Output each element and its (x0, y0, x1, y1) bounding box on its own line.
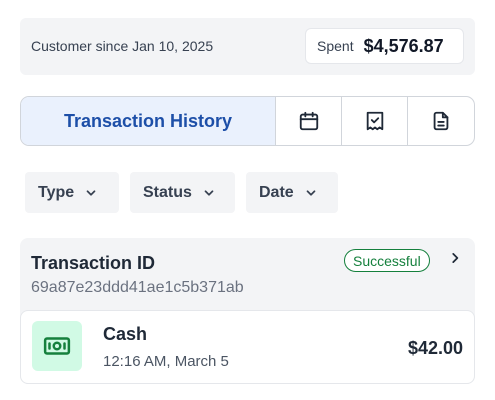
transaction-title: Transaction ID (31, 253, 156, 273)
tab-calendar[interactable] (276, 97, 342, 145)
receipt-check-icon (366, 111, 383, 131)
tab-receipts[interactable] (342, 97, 408, 145)
transaction-id: 69a87e23ddd41ae1c5b371ab (31, 279, 244, 296)
customer-since-text: Customer since Jan 10, 2025 (31, 38, 214, 54)
chevron-down-icon (86, 189, 96, 196)
chevron-right-icon[interactable] (448, 251, 462, 265)
payment-row: Cash 12:16 AM, March 5 $42.00 (20, 310, 475, 384)
status-badge: Successful (344, 249, 430, 272)
tab-bar: Transaction History (20, 96, 475, 146)
filter-type-dropdown[interactable]: Type (25, 172, 119, 213)
cash-icon-tile (32, 321, 82, 371)
filter-date-label: Date (259, 183, 294, 201)
filter-date-dropdown[interactable]: Date (246, 172, 338, 213)
chevron-down-icon (306, 189, 316, 196)
filter-status-label: Status (143, 183, 192, 201)
calendar-icon (299, 111, 318, 131)
customer-transactions-panel: Customer since Jan 10, 2025 Spent $4,576… (0, 0, 495, 400)
chevron-down-icon (204, 189, 214, 196)
tab-transaction-history[interactable]: Transaction History (21, 97, 276, 145)
payment-method: Cash (103, 324, 148, 344)
spent-total-pill: Spent $4,576.87 (305, 28, 464, 64)
spent-label: Spent (317, 38, 354, 54)
cash-icon (43, 337, 71, 355)
document-icon (433, 111, 449, 131)
payment-time: 12:16 AM, March 5 (103, 353, 229, 370)
spent-value: $4,576.87 (363, 35, 444, 56)
filter-status-dropdown[interactable]: Status (130, 172, 235, 213)
transaction-card[interactable]: Transaction ID 69a87e23ddd41ae1c5b371ab … (20, 238, 475, 384)
customer-summary-card: Customer since Jan 10, 2025 Spent $4,576… (20, 18, 475, 75)
tab-documents[interactable] (408, 97, 474, 145)
payment-amount: $42.00 (407, 338, 463, 358)
filter-type-label: Type (38, 183, 75, 201)
